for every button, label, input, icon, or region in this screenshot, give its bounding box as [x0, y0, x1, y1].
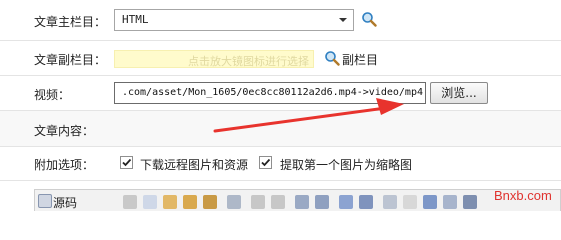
remove-format-icon[interactable] [359, 195, 373, 209]
first-image-thumb-checkbox[interactable] [259, 156, 272, 169]
editor-toolbar: 源码 [34, 189, 561, 211]
content-row: 文章内容： [0, 111, 561, 147]
form-icon[interactable] [383, 195, 397, 209]
video-row: 视频： .com/asset/Mon_1605/0ec8cc80112a2d6.… [0, 76, 561, 111]
select-all-icon[interactable] [339, 195, 353, 209]
paste-text-icon[interactable] [183, 195, 197, 209]
watermark: Bnxb.com [494, 188, 552, 203]
sub-column-hint: 点击放大镜图标进行选择 [188, 55, 309, 68]
button-tool-icon[interactable] [463, 195, 477, 209]
source-icon[interactable] [38, 194, 52, 208]
search-icon[interactable] [324, 50, 340, 66]
checkmark-icon [261, 158, 271, 167]
video-label: 视频： [34, 88, 71, 102]
content-label: 文章内容： [34, 124, 95, 138]
download-remote-checkbox[interactable] [120, 156, 133, 169]
sub-column-field[interactable]: 点击放大镜图标进行选择 [114, 50, 314, 68]
replace-icon[interactable] [315, 195, 329, 209]
cut-icon[interactable] [123, 195, 137, 209]
main-column-value: HTML [122, 13, 149, 26]
options-row: 附加选项： 下载远程图片和资源 提取第一个图片为缩略图 [0, 147, 561, 181]
undo-icon[interactable] [251, 195, 265, 209]
find-icon[interactable] [295, 195, 309, 209]
redo-icon[interactable] [271, 195, 285, 209]
download-remote-label: 下载远程图片和资源 [140, 158, 249, 172]
textfield-icon[interactable] [423, 195, 437, 209]
editor-row: 源码 [0, 181, 561, 211]
copy-icon[interactable] [143, 195, 157, 209]
main-column-label: 文章主栏目： [34, 15, 107, 29]
main-column-select[interactable]: HTML [114, 9, 354, 31]
source-button[interactable]: 源码 [53, 194, 77, 211]
options-label: 附加选项： [34, 158, 95, 172]
chevron-down-icon[interactable] [335, 12, 351, 28]
checkbox-tool-icon[interactable] [403, 195, 417, 209]
paste-icon[interactable] [163, 195, 177, 209]
search-icon[interactable] [361, 11, 377, 27]
sub-column-label: 文章副栏目： [34, 53, 107, 67]
paste-word-icon[interactable] [203, 195, 217, 209]
sub-column-link[interactable]: 副栏目 [342, 51, 378, 68]
checkmark-icon [122, 158, 132, 167]
print-icon[interactable] [227, 195, 241, 209]
browse-button[interactable]: 浏览... [430, 82, 488, 104]
main-column-row: 文章主栏目： HTML [0, 0, 561, 41]
video-input[interactable]: .com/asset/Mon_1605/0ec8cc80112a2d6.mp4-… [114, 82, 426, 104]
first-image-thumb-label: 提取第一个图片为缩略图 [280, 158, 413, 172]
textarea-icon[interactable] [443, 195, 457, 209]
video-input-value: .com/asset/Mon_1605/0ec8cc80112a2d6.mp4-… [121, 87, 423, 98]
sub-column-row: 文章副栏目： 点击放大镜图标进行选择 副栏目 [0, 41, 561, 76]
